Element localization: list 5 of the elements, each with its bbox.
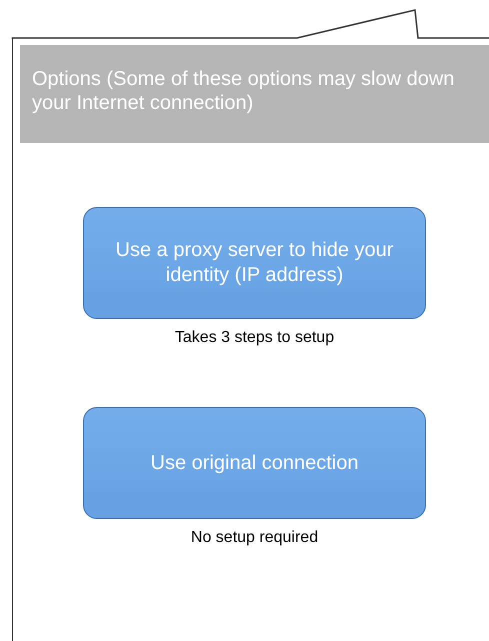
option-button[interactable]: Use a proxy server to hide your identity (IP address): [83, 207, 426, 319]
option-button[interactable]: Use original connection: [83, 407, 426, 519]
option-note: No setup required: [190, 529, 318, 547]
options-header: Options (Some of these options may slow down your Internet connection): [20, 45, 489, 143]
option-note: Takes 3 steps to setup: [174, 329, 334, 347]
